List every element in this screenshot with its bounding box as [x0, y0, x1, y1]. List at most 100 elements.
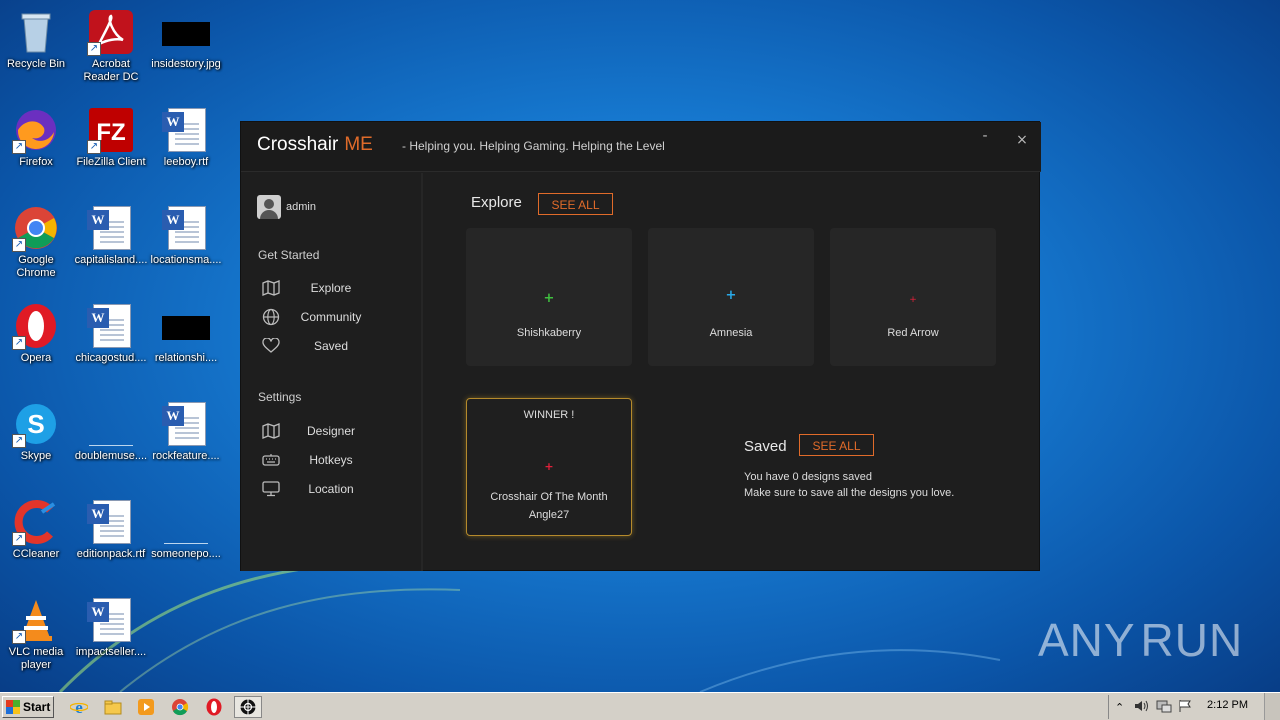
- volume-icon[interactable]: [1134, 698, 1150, 717]
- blank-file-icon: [87, 400, 135, 448]
- explorer-icon[interactable]: [103, 697, 123, 717]
- shortcut-arrow-icon: ↗: [87, 140, 101, 154]
- show-desktop-button[interactable]: [1264, 693, 1280, 720]
- desktop-icon-doublemuse[interactable]: doublemuse....: [73, 398, 149, 482]
- crosshair-of-the-month-card[interactable]: WINNER ! + Crosshair Of The Month Angle2…: [466, 398, 632, 536]
- app-sidebar: admin Get Started Explore Community Save…: [241, 173, 423, 571]
- crosshair-card-name: Amnesia: [709, 327, 753, 339]
- chrome-icon[interactable]: [170, 697, 190, 717]
- taskbar-clock[interactable]: 2:12 PM: [1207, 699, 1248, 711]
- start-button[interactable]: Start: [2, 696, 54, 718]
- brand-suffix: ME: [344, 134, 373, 155]
- desktop-icon-someonepo[interactable]: someonepo....: [148, 496, 224, 580]
- sidebar-item-label: Hotkeys: [309, 453, 353, 467]
- winner-design-name: Angle27: [528, 509, 570, 521]
- desktop-icon-doc-locationsma[interactable]: W locationsma....: [148, 202, 224, 286]
- word-document-icon: W: [87, 596, 135, 644]
- desktop-icon-filezilla[interactable]: FZ ↗ FileZilla Client: [73, 104, 149, 188]
- settings-heading: Settings: [258, 390, 302, 404]
- skype-icon: S ↗: [12, 400, 60, 448]
- blank-file-icon: [162, 498, 210, 546]
- opera-icon[interactable]: [204, 697, 224, 717]
- network-icon[interactable]: [1156, 698, 1172, 717]
- shortcut-arrow-icon: ↗: [12, 336, 26, 350]
- map-icon: [261, 422, 281, 440]
- crosshair-app-icon[interactable]: [234, 696, 262, 718]
- desktop-icon-doc-editionpack[interactable]: W editionpack.rtf: [73, 496, 149, 580]
- brand-name: Crosshair: [257, 134, 339, 155]
- desktop-icon-label: relationshi....: [154, 352, 218, 364]
- desktop-icon-skype[interactable]: S ↗ Skype: [0, 398, 74, 482]
- user-name: admin: [286, 201, 316, 213]
- sidebar-item-explore[interactable]: Explore: [261, 277, 411, 299]
- app-titlebar[interactable]: Crosshair ME - Helping you. Helping Gamin…: [241, 122, 1041, 172]
- desktop-icon-label: Recycle Bin: [6, 58, 66, 70]
- desktop-icon-label: rockfeature....: [152, 450, 220, 462]
- shortcut-arrow-icon: ↗: [12, 630, 26, 644]
- desktop-icon-doc-capitalisland[interactable]: W capitalisland....: [73, 202, 149, 286]
- ie-icon[interactable]: e: [69, 697, 89, 717]
- desktop-icon-label: editionpack.rtf: [76, 548, 146, 560]
- desktop-icon-recycle-bin[interactable]: Recycle Bin: [0, 6, 74, 90]
- crosshair-symbol: +: [909, 295, 917, 305]
- sidebar-item-designer[interactable]: Designer: [261, 420, 411, 442]
- taskbar: Start e ⌃ 2:12 PM: [0, 692, 1280, 720]
- windows-logo-icon: [6, 700, 20, 714]
- image-file-icon: [162, 8, 210, 56]
- heart-icon: [261, 337, 281, 355]
- tray-expand-icon[interactable]: ⌃: [1115, 701, 1124, 714]
- recycle-bin-icon: [12, 8, 60, 56]
- desktop-icon-insidestory[interactable]: insidestory.jpg: [148, 6, 224, 90]
- shortcut-arrow-icon: ↗: [87, 42, 101, 56]
- desktop-icon-label: Skype: [20, 450, 52, 462]
- word-document-icon: W: [162, 204, 210, 252]
- desktop-icon-doc-chicagostud[interactable]: W chicagostud....: [73, 300, 149, 384]
- saved-see-all-button[interactable]: SEE ALL: [799, 434, 874, 456]
- media-player-icon[interactable]: [136, 697, 156, 717]
- map-icon: [261, 279, 281, 297]
- crosshair-card-amnesia[interactable]: + Amnesia: [648, 228, 814, 366]
- start-label: Start: [23, 700, 51, 714]
- shortcut-arrow-icon: ↗: [12, 434, 26, 448]
- sidebar-item-label: Designer: [306, 424, 356, 438]
- crosshair-preview-icon: +: [648, 288, 814, 302]
- desktop-icon-relationshi[interactable]: relationshi....: [148, 300, 224, 384]
- crosshair-preview-icon: +: [466, 291, 632, 305]
- close-button[interactable]: ×: [1012, 130, 1032, 150]
- ccleaner-icon: ↗: [12, 498, 60, 546]
- user-profile[interactable]: admin: [257, 195, 316, 219]
- crosshair-card-shishkaberry[interactable]: + Shishkaberry: [466, 228, 632, 366]
- sidebar-item-location[interactable]: Location: [261, 478, 411, 500]
- word-document-icon: W: [87, 498, 135, 546]
- desktop-icon-acrobat[interactable]: ↗ Acrobat Reader DC: [73, 6, 149, 90]
- desktop-icon-label: FileZilla Client: [76, 156, 146, 168]
- desktop-icon-firefox[interactable]: ↗ Firefox: [0, 104, 74, 188]
- explore-see-all-button[interactable]: SEE ALL: [538, 193, 613, 215]
- svg-text:e: e: [75, 698, 83, 716]
- desktop-icon-chrome[interactable]: ↗ Google Chrome: [0, 202, 74, 286]
- desktop-icon-label: insidestory.jpg: [151, 58, 221, 70]
- crosshair-symbol: +: [544, 460, 554, 473]
- desktop-icon-opera[interactable]: ↗ Opera: [0, 300, 74, 384]
- shortcut-arrow-icon: ↗: [12, 532, 26, 546]
- saved-hint-text: Make sure to save all the designs you lo…: [744, 487, 955, 499]
- sidebar-item-community[interactable]: Community: [261, 306, 411, 328]
- monitor-icon: [261, 480, 281, 498]
- desktop-icon-vlc[interactable]: ↗ VLC media player: [0, 594, 74, 678]
- desktop-icon-doc-impactseller[interactable]: W impactseller....: [73, 594, 149, 678]
- sidebar-item-label: Explore: [310, 281, 352, 295]
- crosshair-card-red-arrow[interactable]: + Red Arrow: [830, 228, 996, 366]
- crosshair-preview-icon: +: [467, 459, 631, 473]
- minimize-button[interactable]: -: [975, 126, 995, 146]
- sidebar-item-saved[interactable]: Saved: [261, 335, 411, 357]
- opera-icon: ↗: [12, 302, 60, 350]
- desktop-icon-label: chicagostud....: [75, 352, 147, 364]
- action-center-flag-icon[interactable]: [1178, 698, 1192, 717]
- desktop-icon-label: someonepo....: [151, 548, 221, 560]
- sidebar-item-hotkeys[interactable]: Hotkeys: [261, 449, 411, 471]
- desktop-icon-doc-rockfeature[interactable]: W rockfeature....: [148, 398, 224, 482]
- shortcut-arrow-icon: ↗: [12, 140, 26, 154]
- desktop-icon-ccleaner[interactable]: ↗ CCleaner: [0, 496, 74, 580]
- desktop-icon-doc-leeboy[interactable]: W leeboy.rtf: [148, 104, 224, 188]
- explore-heading: Explore: [471, 194, 522, 211]
